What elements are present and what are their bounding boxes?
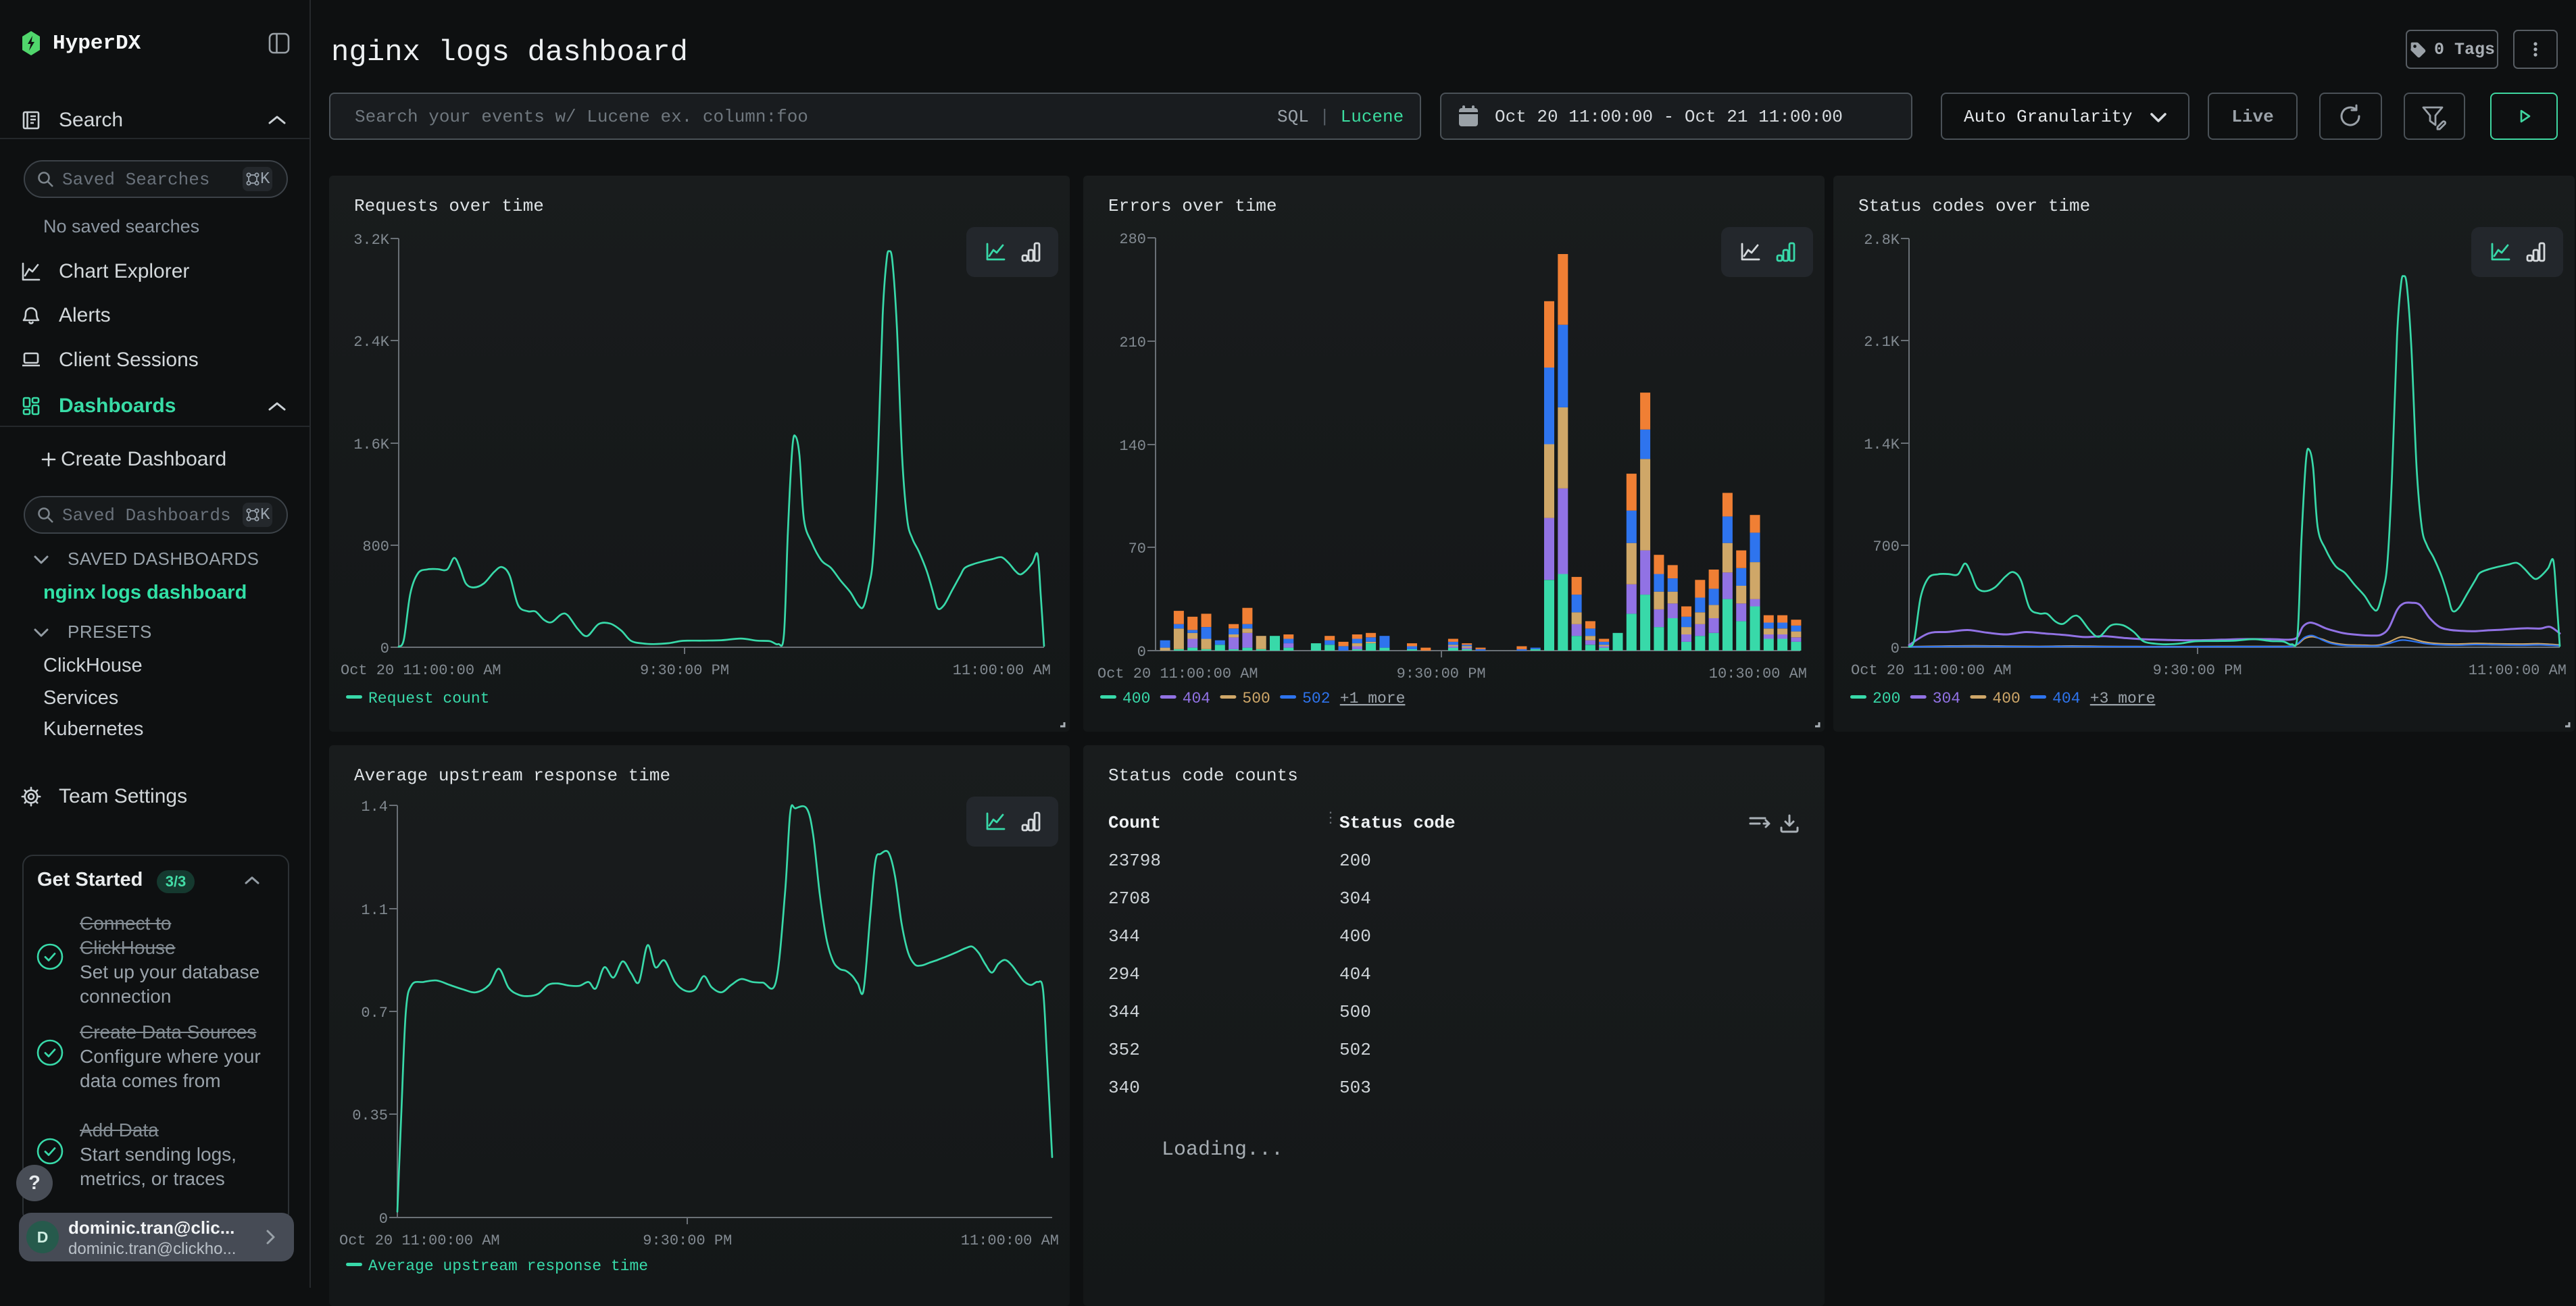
svg-text:502: 502	[1302, 690, 1330, 707]
svg-text:0: 0	[379, 1211, 388, 1228]
svg-text:0: 0	[1891, 641, 1900, 657]
svg-text:280: 280	[1119, 231, 1146, 248]
svg-text:3.2K: 3.2K	[353, 232, 390, 249]
svg-text:Oct 20 11:00:00 AM: Oct 20 11:00:00 AM	[339, 1232, 500, 1249]
svg-text:0: 0	[1137, 644, 1146, 661]
svg-text:11:00:00 AM: 11:00:00 AM	[953, 662, 1051, 679]
svg-text:0.7: 0.7	[361, 1005, 388, 1022]
svg-text:11:00:00 AM: 11:00:00 AM	[961, 1232, 1059, 1249]
svg-text:11:00:00 AM: 11:00:00 AM	[2469, 662, 2567, 679]
svg-text:1.1: 1.1	[361, 902, 388, 919]
svg-text:500: 500	[1242, 690, 1270, 707]
svg-text:Oct 20 11:00:00 AM: Oct 20 11:00:00 AM	[1097, 665, 1258, 682]
svg-text:1.4K: 1.4K	[1864, 436, 1900, 453]
svg-text:400: 400	[1122, 690, 1150, 707]
svg-text:404: 404	[1183, 690, 1210, 707]
svg-text:0: 0	[380, 641, 389, 657]
svg-text:0.35: 0.35	[352, 1107, 388, 1124]
svg-text:400: 400	[1992, 690, 2020, 707]
svg-text:Average upstream response time: Average upstream response time	[368, 1257, 648, 1275]
svg-text:200: 200	[1873, 690, 1900, 707]
svg-text:800: 800	[362, 538, 389, 555]
svg-text:140: 140	[1119, 438, 1146, 455]
svg-text:9:30:00 PM: 9:30:00 PM	[640, 662, 729, 679]
svg-text:10:30:00 AM: 10:30:00 AM	[1709, 665, 1807, 682]
svg-text:9:30:00 PM: 9:30:00 PM	[1397, 665, 1486, 682]
svg-text:Request count: Request count	[368, 690, 489, 707]
svg-text:304: 304	[1933, 690, 1960, 707]
svg-text:2.1K: 2.1K	[1864, 334, 1900, 351]
svg-text:9:30:00 PM: 9:30:00 PM	[2153, 662, 2242, 679]
svg-text:1.6K: 1.6K	[353, 436, 390, 453]
svg-text:1.4: 1.4	[361, 799, 388, 815]
svg-text:+3 more: +3 more	[2090, 690, 2156, 707]
svg-text:700: 700	[1873, 538, 1900, 555]
svg-text:2.4K: 2.4K	[353, 334, 390, 351]
svg-text:+1 more: +1 more	[1340, 690, 1406, 707]
svg-text:404: 404	[2052, 690, 2080, 707]
svg-text:70: 70	[1129, 541, 1146, 557]
svg-text:2.8K: 2.8K	[1864, 232, 1900, 249]
svg-text:Oct 20 11:00:00 AM: Oct 20 11:00:00 AM	[341, 662, 501, 679]
svg-text:Oct 20 11:00:00 AM: Oct 20 11:00:00 AM	[1851, 662, 2012, 679]
svg-text:9:30:00 PM: 9:30:00 PM	[643, 1232, 732, 1249]
svg-text:210: 210	[1119, 334, 1146, 351]
